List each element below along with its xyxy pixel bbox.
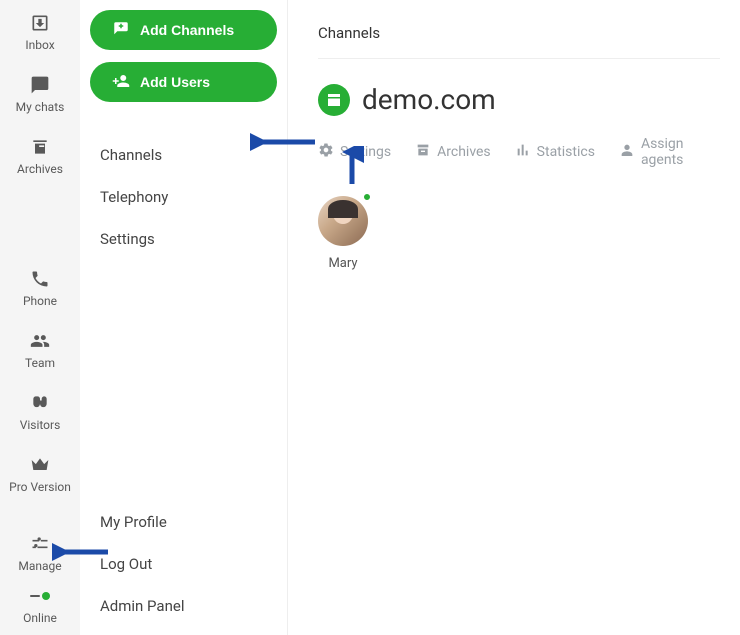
mid-panel: Add Channels Add Users Channels Telephon… [80, 0, 288, 635]
nav-label: Phone [23, 294, 57, 308]
archive-icon [415, 142, 431, 162]
nav-proversion[interactable]: Pro Version [9, 454, 71, 494]
online-status-icon [29, 585, 51, 607]
bar-chart-icon [515, 142, 531, 162]
tab-assign-agents[interactable]: Assign agents [619, 136, 720, 168]
menu-adminpanel[interactable]: Admin Panel [100, 585, 287, 627]
nav-label: My chats [16, 100, 65, 114]
presence-dot-icon [362, 192, 372, 202]
tab-label: Archives [437, 144, 491, 160]
tab-archives[interactable]: Archives [415, 142, 491, 162]
person-icon [619, 142, 635, 162]
add-box-icon [112, 20, 130, 41]
add-channels-button[interactable]: Add Channels [90, 10, 277, 50]
agent-card[interactable]: Mary [318, 196, 368, 271]
avatar-wrap [318, 196, 368, 246]
binoculars-icon [29, 392, 51, 414]
menu-myprofile[interactable]: My Profile [100, 501, 287, 543]
add-users-button[interactable]: Add Users [90, 62, 277, 102]
narrow-sidebar: Inbox My chats Archives Phone Team Visit… [0, 0, 80, 635]
nav-phone[interactable]: Phone [23, 268, 57, 308]
menu-settings[interactable]: Settings [100, 218, 287, 260]
nav-team[interactable]: Team [25, 330, 55, 370]
nav-online[interactable]: Online [23, 585, 57, 625]
channel-name: demo.com [362, 83, 496, 116]
avatar [318, 196, 368, 246]
nav-inbox[interactable]: Inbox [25, 12, 54, 52]
chat-icon [29, 74, 51, 96]
person-add-icon [112, 72, 130, 93]
tab-settings[interactable]: Settings [318, 142, 391, 162]
sliders-icon [29, 533, 51, 555]
tab-label: Assign agents [641, 136, 720, 168]
nav-label: Inbox [25, 38, 54, 52]
nav-label: Archives [17, 162, 63, 176]
nav-label: Online [23, 611, 57, 625]
agents-list: Mary [318, 196, 720, 271]
gear-icon [318, 142, 334, 162]
nav-label: Team [25, 356, 55, 370]
agent-name: Mary [328, 256, 357, 271]
nav-archives[interactable]: Archives [17, 136, 63, 176]
page-title: Channels [318, 24, 720, 42]
mid-bottom-menu: My Profile Log Out Admin Panel [80, 501, 287, 635]
button-label: Add Users [140, 74, 210, 90]
main-panel: Channels demo.com Settings Archives Stat… [288, 0, 740, 635]
nav-mychats[interactable]: My chats [16, 74, 65, 114]
nav-visitors[interactable]: Visitors [20, 392, 61, 432]
website-icon [318, 84, 350, 116]
inbox-icon [29, 12, 51, 34]
divider [318, 58, 720, 59]
phone-icon [29, 268, 51, 290]
menu-logout[interactable]: Log Out [100, 543, 287, 585]
menu-telephony[interactable]: Telephony [100, 176, 287, 218]
mid-menu: Channels Telephony Settings [80, 114, 287, 260]
menu-channels[interactable]: Channels [100, 134, 287, 176]
crown-icon [29, 454, 51, 476]
channel-tabs: Settings Archives Statistics Assign agen… [318, 136, 720, 168]
tab-statistics[interactable]: Statistics [515, 142, 595, 162]
archive-icon [29, 136, 51, 158]
nav-label: Pro Version [9, 480, 71, 494]
tab-label: Settings [340, 144, 391, 160]
nav-label: Manage [18, 559, 61, 573]
nav-manage[interactable]: Manage [18, 533, 61, 573]
channel-header: demo.com [318, 83, 720, 116]
button-label: Add Channels [140, 22, 234, 38]
team-icon [29, 330, 51, 352]
nav-label: Visitors [20, 418, 61, 432]
tab-label: Statistics [537, 144, 595, 160]
